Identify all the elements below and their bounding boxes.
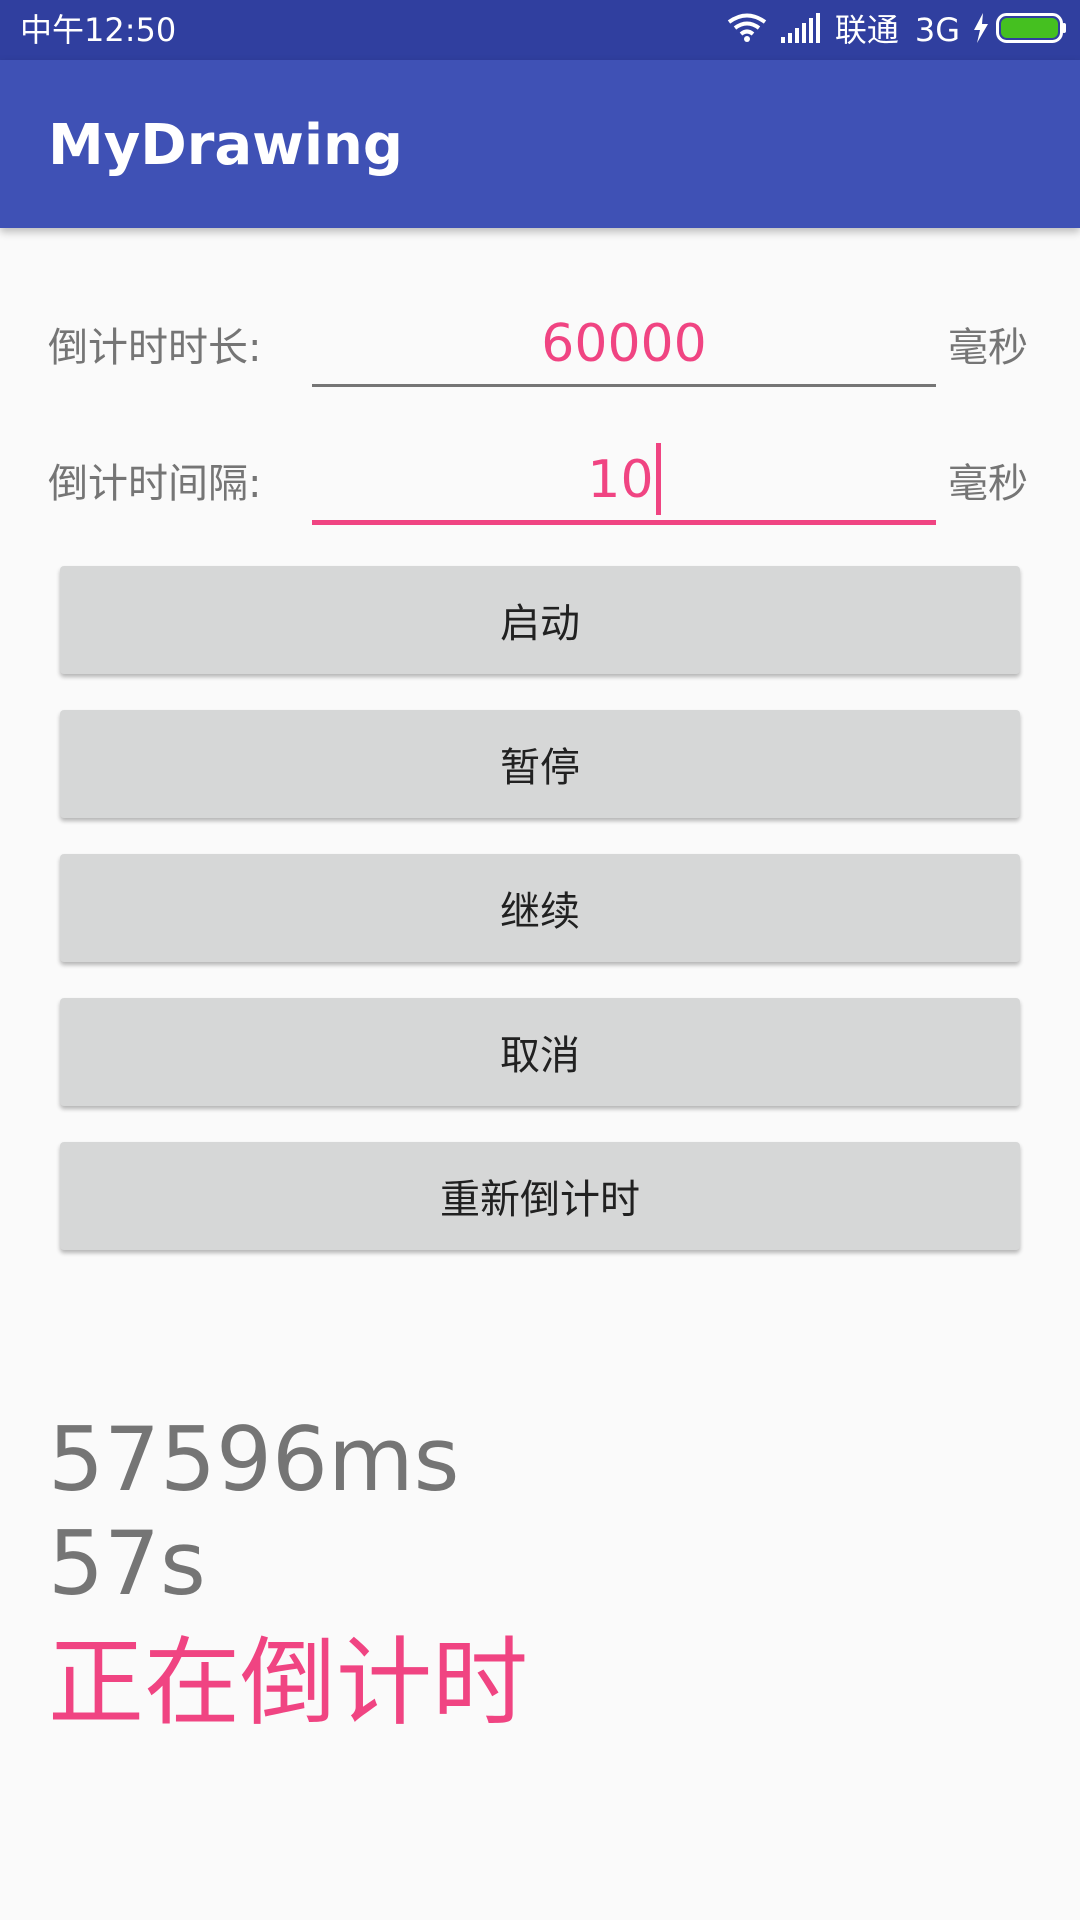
interval-input[interactable]: 10: [312, 443, 936, 515]
interval-unit: 毫秒: [948, 461, 1028, 507]
charging-icon: [972, 13, 990, 47]
countdown-status-text: 正在倒计时: [48, 1627, 528, 1739]
duration-underline: [312, 384, 936, 387]
resume-button-label: 继续: [500, 889, 580, 935]
start-button[interactable]: 启动: [60, 566, 1020, 674]
start-button-label: 启动: [500, 601, 580, 647]
duration-input[interactable]: 60000: [312, 310, 936, 378]
interval-label: 倒计时间隔:: [48, 461, 262, 507]
wifi-icon: [727, 13, 767, 47]
restart-button-label: 重新倒计时: [440, 1177, 640, 1223]
cancel-button-label: 取消: [500, 1033, 580, 1079]
remaining-seconds-text: 57s: [48, 1512, 206, 1615]
app-bar: MyDrawing: [0, 60, 1080, 228]
network-type: 3G: [914, 11, 960, 49]
duration-unit: 毫秒: [948, 325, 1028, 371]
status-bar: 中午12:50 联通 3G: [0, 0, 1080, 60]
status-time: 中午12:50: [20, 11, 177, 49]
battery-icon: [996, 13, 1068, 47]
pause-button[interactable]: 暂停: [60, 710, 1020, 818]
app-title: MyDrawing: [48, 113, 404, 178]
restart-button[interactable]: 重新倒计时: [60, 1142, 1020, 1250]
status-icons: 联通 3G: [727, 8, 1068, 52]
duration-value: 60000: [541, 314, 707, 374]
remaining-ms-text: 57596ms: [48, 1408, 460, 1511]
duration-label: 倒计时时长:: [48, 325, 262, 371]
pause-button-label: 暂停: [500, 745, 580, 791]
resume-button[interactable]: 继续: [60, 854, 1020, 962]
interval-value: 10: [587, 450, 654, 510]
signal-icon: [780, 13, 821, 47]
carrier-label: 联通: [834, 11, 899, 49]
text-cursor: [655, 443, 661, 515]
interval-underline: [312, 520, 936, 525]
cancel-button[interactable]: 取消: [60, 998, 1020, 1106]
